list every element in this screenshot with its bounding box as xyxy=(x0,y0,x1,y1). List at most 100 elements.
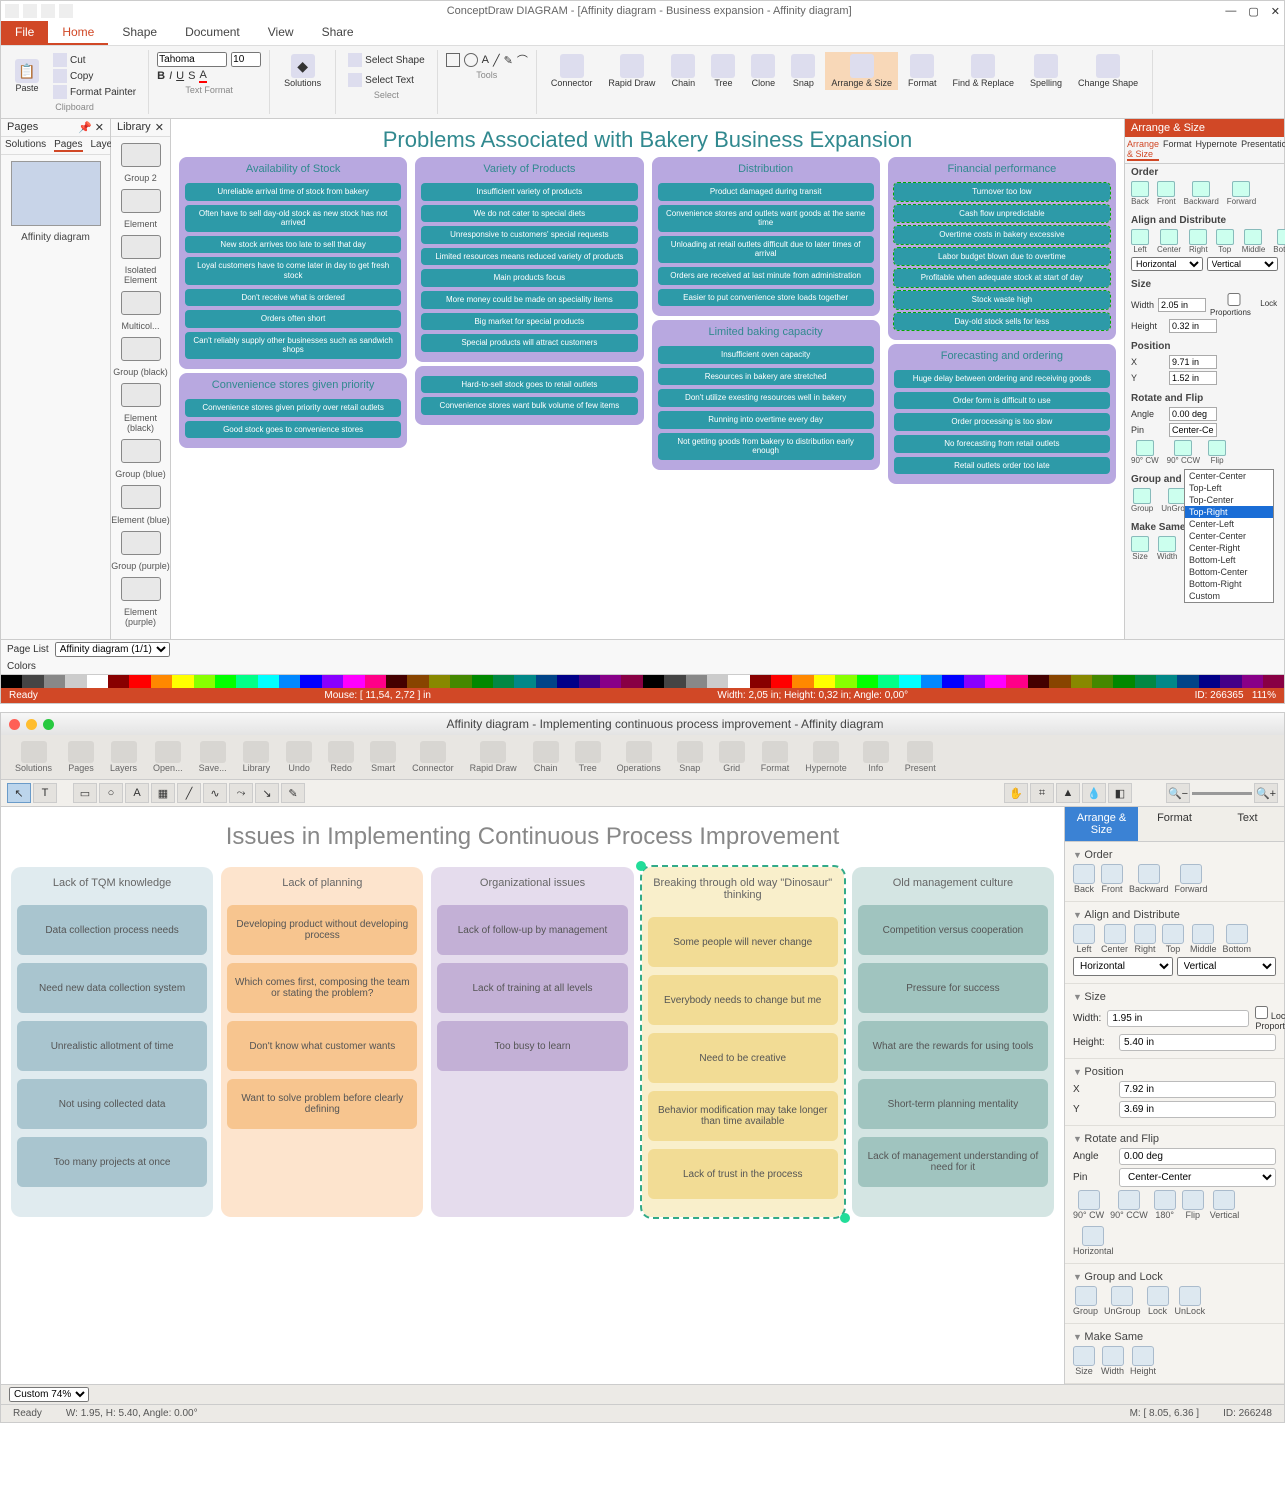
vert-select[interactable]: Vertical xyxy=(1207,257,1279,271)
color-swatch[interactable] xyxy=(792,675,813,688)
color-swatch[interactable] xyxy=(87,675,108,688)
color-swatch[interactable] xyxy=(600,675,621,688)
forward-button[interactable]: Forward xyxy=(1175,864,1208,894)
diagram-card[interactable]: Not getting goods from bakery to distrib… xyxy=(658,433,874,460)
diagram-column[interactable]: Convenience stores given priorityConveni… xyxy=(179,373,407,448)
redo-icon[interactable] xyxy=(59,4,73,18)
color-swatch[interactable] xyxy=(172,675,193,688)
x-input[interactable] xyxy=(1169,355,1217,369)
color-swatch[interactable] xyxy=(1113,675,1134,688)
color-swatch[interactable] xyxy=(65,675,86,688)
diagram-column[interactable]: Availability of StockUnreliable arrival … xyxy=(179,157,407,369)
color-swatch[interactable] xyxy=(536,675,557,688)
shape-ellipse-icon[interactable] xyxy=(464,53,478,67)
color-swatch[interactable] xyxy=(1049,675,1070,688)
tab-document[interactable]: Document xyxy=(171,21,254,45)
pin-option[interactable]: Top-Left xyxy=(1185,482,1273,494)
pin-option[interactable]: Top-Right xyxy=(1185,506,1273,518)
undo-icon[interactable] xyxy=(41,4,55,18)
group-button[interactable]: Group xyxy=(1073,1286,1098,1316)
tab-pages[interactable]: Pages xyxy=(54,139,82,152)
diagram-column[interactable]: Lack of TQM knowledgeData collection pro… xyxy=(11,867,213,1217)
bottom-button[interactable]: Bottom xyxy=(1223,924,1252,954)
diagram-card[interactable]: Too many projects at once xyxy=(17,1137,207,1187)
open-button[interactable]: Open... xyxy=(145,739,191,775)
diagram-card[interactable]: Orders are received at last minute from … xyxy=(658,267,874,285)
tab-share[interactable]: Share xyxy=(308,21,368,45)
color-swatch[interactable] xyxy=(621,675,642,688)
format-button[interactable]: Format xyxy=(902,52,943,90)
width-input[interactable] xyxy=(1158,298,1206,312)
bold-button[interactable]: B xyxy=(157,70,165,82)
color-swatch[interactable] xyxy=(1071,675,1092,688)
color-swatch[interactable] xyxy=(557,675,578,688)
diagram-card[interactable]: Often have to sell day-old stock as new … xyxy=(185,205,401,232)
right-button[interactable]: Right xyxy=(1134,924,1156,954)
close-icon[interactable]: ✕ xyxy=(155,121,164,134)
center-button[interactable]: Center xyxy=(1101,924,1128,954)
library-shape[interactable] xyxy=(121,439,161,463)
diagram-card[interactable]: Product damaged during transit xyxy=(658,183,874,201)
minimize-icon[interactable]: — xyxy=(1225,5,1236,18)
connector-button[interactable]: Connector xyxy=(545,52,599,90)
diagram-column[interactable]: Organizational issuesLack of follow-up b… xyxy=(431,867,633,1217)
zoom-in-button[interactable]: 🔍+ xyxy=(1254,783,1278,803)
diagram-card[interactable]: Special products will attract customers xyxy=(421,334,637,352)
tab-arrange-size[interactable]: Arrange & Size xyxy=(1065,807,1138,842)
pointer-tool[interactable]: ↖ xyxy=(7,783,31,803)
pages-button[interactable]: Pages xyxy=(60,739,102,775)
diagram-card[interactable]: Profitable when adequate stock at start … xyxy=(894,269,1110,287)
underline-button[interactable]: U xyxy=(176,70,184,82)
diagram-card[interactable]: Convenience stores given priority over r… xyxy=(185,399,401,417)
diagram-card[interactable]: Convenience stores and outlets want good… xyxy=(658,205,874,232)
color-swatch[interactable] xyxy=(44,675,65,688)
color-swatch[interactable] xyxy=(407,675,428,688)
diagram-card[interactable]: Unreliable arrival time of stock from ba… xyxy=(185,183,401,201)
ungroup-button[interactable]: UnGroup xyxy=(1104,1286,1141,1316)
color-swatch[interactable] xyxy=(664,675,685,688)
color-swatch[interactable] xyxy=(493,675,514,688)
pin-icon[interactable]: 📌 ✕ xyxy=(78,121,104,134)
connector-button[interactable]: Connector xyxy=(404,739,462,775)
diagram-card[interactable]: Lack of follow-up by management xyxy=(437,905,627,955)
color-swatch[interactable] xyxy=(728,675,749,688)
horiz-select[interactable]: Horizontal xyxy=(1073,957,1173,976)
pin-option[interactable]: Center-Left xyxy=(1185,518,1273,530)
center-button[interactable]: Center xyxy=(1157,229,1181,254)
diagram-card[interactable]: Unresponsive to customers' special reque… xyxy=(421,226,637,244)
color-swatch[interactable] xyxy=(236,675,257,688)
bottom-button[interactable]: Bottom xyxy=(1273,229,1285,254)
stamp-tool[interactable]: ▲ xyxy=(1056,783,1080,803)
library-shape[interactable] xyxy=(121,531,161,555)
text-tool-icon[interactable]: A xyxy=(482,54,489,66)
diagram-card[interactable]: Order form is difficult to use xyxy=(894,392,1110,410)
zoom-slider[interactable] xyxy=(1192,792,1252,795)
diagram-card[interactable]: What are the rewards for using tools xyxy=(858,1021,1048,1071)
redo-button[interactable]: Redo xyxy=(320,739,362,775)
spline-tool[interactable]: ∿ xyxy=(203,783,227,803)
tab-shape[interactable]: Shape xyxy=(108,21,171,45)
color-swatches[interactable] xyxy=(1,674,1284,688)
diagram-card[interactable]: Huge delay between ordering and receivin… xyxy=(894,370,1110,388)
color-swatch[interactable] xyxy=(750,675,771,688)
tab-hypernote[interactable]: Hypernote xyxy=(1196,139,1238,161)
diagram-card[interactable]: Day-old stock sells for less xyxy=(894,313,1110,331)
color-swatch[interactable] xyxy=(1156,675,1177,688)
color-swatch[interactable] xyxy=(322,675,343,688)
color-swatch[interactable] xyxy=(942,675,963,688)
info-button[interactable]: Info xyxy=(855,739,897,775)
library-shape[interactable] xyxy=(121,485,161,509)
eraser-tool[interactable]: ◧ xyxy=(1108,783,1132,803)
format-painter-button[interactable]: Format Painter xyxy=(49,84,140,100)
top-button[interactable]: Top xyxy=(1216,229,1234,254)
diagram-card[interactable]: Everybody needs to change but me xyxy=(648,975,838,1025)
color-swatch[interactable] xyxy=(814,675,835,688)
lock-prop-checkbox[interactable] xyxy=(1255,1006,1268,1019)
library-shape[interactable] xyxy=(121,291,161,315)
zoom-light-icon[interactable] xyxy=(43,719,54,730)
diagram-card[interactable]: Unloading at retail outlets difficult du… xyxy=(658,236,874,263)
left-button[interactable]: Left xyxy=(1073,924,1095,954)
diagram-card[interactable]: No forecasting from retail outlets xyxy=(894,435,1110,453)
color-swatch[interactable] xyxy=(771,675,792,688)
color-swatch[interactable] xyxy=(514,675,535,688)
